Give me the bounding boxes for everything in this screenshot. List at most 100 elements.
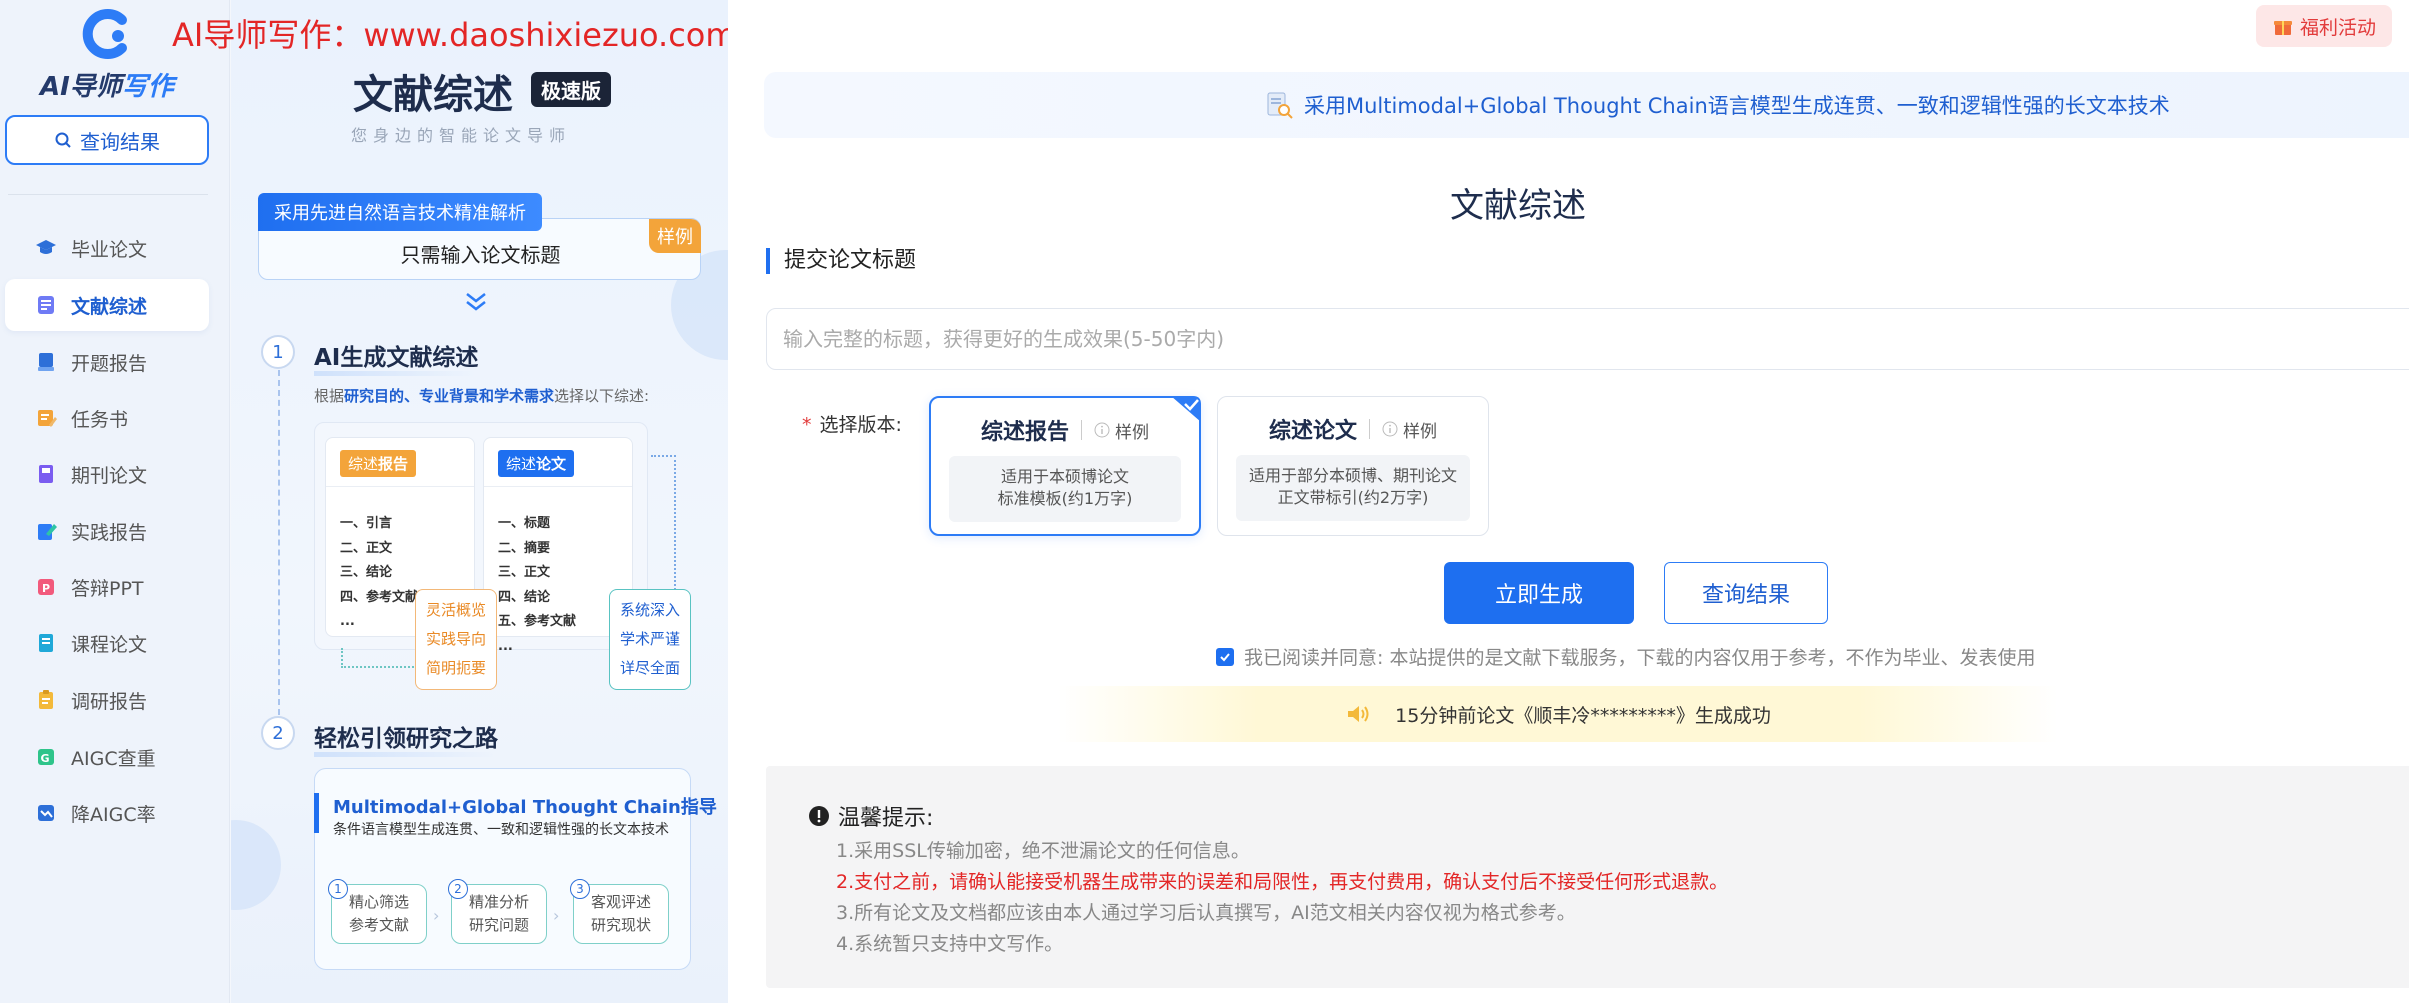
tip-item: 1.采用SSL传输加密，绝不泄漏论文的任何信息。 <box>836 840 1250 862</box>
sidebar-item-label: 实践报告 <box>71 521 148 544</box>
input-hint-text: 只需输入论文标题 <box>400 243 561 267</box>
generate-button[interactable]: 立即生成 <box>1444 562 1634 624</box>
ticker-text: 15分钟前论文《顺丰冷*********》生成成功 <box>1395 704 1771 727</box>
sidebar-divider <box>8 194 208 195</box>
version-name: 综述报告 <box>980 420 1069 445</box>
connector-line <box>341 648 421 668</box>
ppt-icon: P <box>38 579 54 595</box>
step2-title: 轻松引领研究之路 <box>314 719 498 757</box>
page-title: 文献综述 <box>1450 186 1586 226</box>
step1-description: 根据研究目的、专业背景和学术需求选择以下综述: <box>314 387 650 405</box>
agreement-checkbox[interactable] <box>1216 647 1234 666</box>
version-sample-link[interactable]: 样例 <box>1094 418 1149 443</box>
journal-icon <box>39 465 53 483</box>
reduce-chart-icon <box>38 805 54 821</box>
practice-edit-icon <box>38 524 57 540</box>
decor-bubble <box>231 820 281 910</box>
query-result-button[interactable]: 查询结果 <box>1664 562 1828 624</box>
step-number: 1 <box>261 335 295 369</box>
tip-item: 3.所有论文及文档都应该由本人通过学习后认真撰写，AI范文相关内容仅视为格式参考… <box>836 902 1576 924</box>
book-stack-icon <box>38 353 54 371</box>
promo-subtitle: 您身边的智能论文导师 <box>351 126 572 145</box>
report-outline: 一、引言 二、正文 三、结论 四、参考文献 ... <box>340 516 419 629</box>
step-pill: 2 精准分析 研究问题 <box>448 879 547 944</box>
sidebar-item-course-paper[interactable]: 课程论文 <box>5 617 209 669</box>
banner-text: 采用Multimodal+Global Thought Chain语言模型生成连… <box>1304 94 2170 118</box>
sidebar: AI导师写作 查询结果 毕业论文 文献综述 开题报告 任务书 期刊论文 实践报告… <box>0 0 230 1003</box>
sidebar-item-label: 文献综述 <box>71 295 148 318</box>
step-pill: 3 客观评述 研究现状 <box>570 879 669 944</box>
task-edit-icon <box>38 410 57 427</box>
version-description: 适用于部分本硕博、期刊论文 正文带标引(约2万字) <box>1236 455 1470 521</box>
watermark: AI导师写作：www.daoshixiezuo.com <box>172 16 737 54</box>
welfare-button[interactable]: 福利活动 <box>2256 5 2392 47</box>
logo-mark-icon <box>82 9 127 59</box>
report-features: 灵活概览 实践导向 简明扼要 <box>415 589 498 690</box>
main-content: 福利活动 采用Multimodal+Global Thought Chain语言… <box>728 0 2409 1003</box>
sidebar-item-task-book[interactable]: 任务书 <box>5 392 209 444</box>
agreement: 我已阅读并同意: 本站提供的是文献下载服务，下载的内容仅用于参考，不作为毕业、发… <box>1216 643 2035 670</box>
tips-head: 温馨提示: <box>808 800 933 832</box>
sidebar-item-defense-ppt[interactable]: P 答辩PPT <box>5 561 209 613</box>
document-list-icon <box>38 296 54 314</box>
speaker-icon <box>1348 706 1369 722</box>
connector-line <box>651 455 676 590</box>
query-result-label: 查询结果 <box>80 129 160 154</box>
chevron-right-icon: › <box>553 906 560 925</box>
thought-chain-card: Multimodal+Global Thought Chain指导 条件语言模型… <box>314 768 717 970</box>
checkmark-icon <box>1220 652 1230 661</box>
sidebar-item-reduce-aigc[interactable]: 降AIGC率 <box>5 787 209 839</box>
gift-icon <box>2273 21 2292 35</box>
sidebar-item-label: 开题报告 <box>71 352 148 375</box>
sidebar-item-literature-review[interactable]: 文献综述 <box>5 279 209 331</box>
selected-check-icon <box>1171 396 1201 422</box>
promo-title: 文献综述 <box>353 72 513 118</box>
step-connector <box>278 370 280 715</box>
sidebar-item-survey-report[interactable]: 调研报告 <box>5 674 209 726</box>
title-input[interactable] <box>766 308 2409 370</box>
course-doc-icon <box>39 634 53 652</box>
section-heading: 提交论文标题 <box>766 248 916 274</box>
tips-list: 1.采用SSL传输加密，绝不泄漏论文的任何信息。 2.支付之前，请确认能接受机器… <box>836 836 1728 960</box>
version-description: 适用于本硕博论文 标准模板(约1万字) <box>949 456 1181 522</box>
aigc-check-icon: G <box>38 749 54 765</box>
agreement-text: 我已阅读并同意: 本站提供的是文献下载服务，下载的内容仅用于参考，不作为毕业、发… <box>1244 647 2036 669</box>
graduation-cap-icon <box>36 240 56 254</box>
document-search-icon <box>1267 92 1293 119</box>
svg-text:P: P <box>42 582 50 595</box>
search-icon <box>55 132 71 148</box>
paper-outline: 一、标题 二、摘要 三、正文 四、结论 五、参考文献 ... <box>498 516 577 654</box>
logo[interactable]: AI导师写作 <box>40 8 190 102</box>
sidebar-item-proposal[interactable]: 开题报告 <box>5 336 209 388</box>
promo-panel: 文献综述 极速版 您身边的智能论文导师 只需输入论文标题 样例 采用先进自然语言… <box>231 0 728 1003</box>
sidebar-item-label: 降AIGC率 <box>71 803 156 826</box>
step-pill: 1 精心筛选 参考文献 <box>328 879 427 944</box>
version-label: * 选择版本: <box>802 414 902 436</box>
sidebar-item-label: 课程论文 <box>71 633 148 656</box>
paper-tag: 综述论文 <box>498 450 575 477</box>
nlp-tag: 采用先进自然语言技术精准解析 <box>258 193 542 231</box>
welfare-label: 福利活动 <box>2299 16 2376 39</box>
sidebar-item-aigc-check[interactable]: G AIGC查重 <box>5 731 209 783</box>
sidebar-item-label: AIGC查重 <box>71 747 156 770</box>
report-tag: 综述报告 <box>340 450 417 477</box>
survey-clipboard-icon <box>39 690 53 709</box>
version-option-paper[interactable]: 综述论文 样例 适用于部分本硕博、期刊论文 正文带标引(约2万字) <box>1217 396 1489 536</box>
sidebar-item-label: 期刊论文 <box>71 464 148 487</box>
version-option-report[interactable]: 综述报告 样例 适用于本硕博论文 标准模板(约1万字) <box>929 396 1201 536</box>
sidebar-item-practice-report[interactable]: 实践报告 <box>5 505 209 557</box>
svg-text:G: G <box>41 752 50 765</box>
tech-banner: 采用Multimodal+Global Thought Chain语言模型生成连… <box>764 72 2409 138</box>
sample-tag[interactable]: 样例 <box>649 219 701 253</box>
version-sample-link[interactable]: 样例 <box>1382 417 1437 442</box>
sidebar-item-journal[interactable]: 期刊论文 <box>5 448 209 500</box>
sidebar-item-graduation[interactable]: 毕业论文 <box>5 222 209 274</box>
tips-panel: 温馨提示: 1.采用SSL传输加密，绝不泄漏论文的任何信息。 2.支付之前，请确… <box>766 766 2409 988</box>
query-result-button[interactable]: 查询结果 <box>5 115 209 165</box>
logo-text: AI导师写作 <box>40 72 174 102</box>
paper-features: 系统深入 学术严谨 详尽全面 <box>609 589 692 690</box>
step1-title: AI生成文献综述 <box>314 338 479 376</box>
double-chevron-down-icon <box>466 293 486 311</box>
thought-chain-sub: 条件语言模型生成连贯、一致和逻辑性强的长文本技术 <box>333 822 669 838</box>
tip-item: 4.系统暂只支持中文写作。 <box>836 933 1064 955</box>
